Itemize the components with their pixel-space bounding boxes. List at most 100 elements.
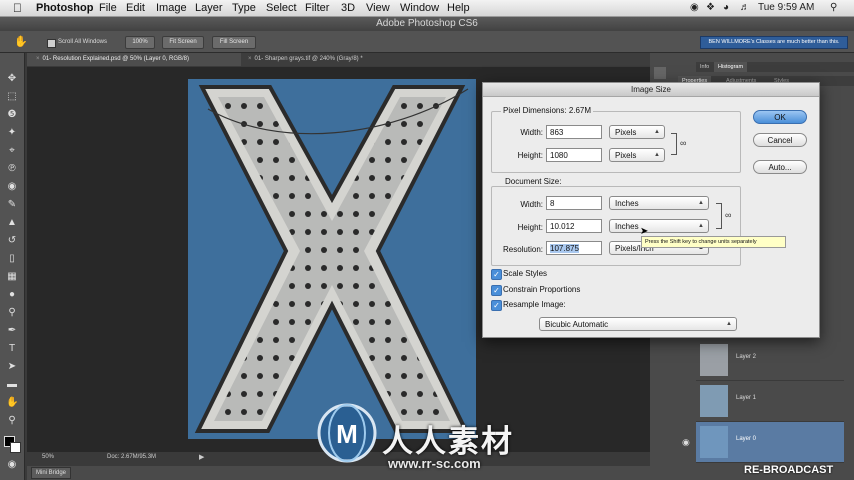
layer-name[interactable]: Layer 2 xyxy=(736,354,756,360)
photo-x-sign[interactable] xyxy=(188,79,476,439)
dropbox-icon[interactable]: ❖ xyxy=(706,1,715,15)
menu-help[interactable]: Help xyxy=(447,1,470,15)
window-title: Adobe Photoshop CS6 xyxy=(376,18,478,29)
zoom-level[interactable]: 50% xyxy=(42,454,54,460)
menu-select[interactable]: Select xyxy=(266,1,297,15)
type-tool-icon[interactable]: T xyxy=(6,343,18,355)
constrain-proportions-label: Constrain Proportions xyxy=(503,285,581,294)
tab-label: 01- Resolution Explained.psd @ 50% (Laye… xyxy=(42,56,190,62)
menu-edit[interactable]: Edit xyxy=(126,1,145,15)
blur-tool-icon[interactable]: ● xyxy=(6,289,18,301)
layer-thumbnail xyxy=(700,426,728,458)
menu-view[interactable]: View xyxy=(366,1,390,15)
layer-name[interactable]: Layer 1 xyxy=(736,395,756,401)
history-brush-icon[interactable]: ↺ xyxy=(6,235,18,247)
hand-tool-icon[interactable]: ✋ xyxy=(6,397,18,409)
resolution-field[interactable]: 107.875 xyxy=(546,241,602,255)
zoom-100-button[interactable]: 100% xyxy=(125,36,155,49)
crop-tool-icon[interactable]: ⌖ xyxy=(6,145,18,157)
resample-image-label: Resample Image: xyxy=(503,300,566,309)
pen-tool-icon[interactable]: ✒ xyxy=(6,325,18,337)
menu-image[interactable]: Image xyxy=(156,1,187,15)
close-tab-icon[interactable]: × xyxy=(248,56,252,62)
background-color-swatch[interactable] xyxy=(10,442,21,453)
layer-thumbnail xyxy=(700,344,728,376)
tab-resolution-explained[interactable]: × 01- Resolution Explained.psd @ 50% (Lay… xyxy=(27,53,241,66)
tab-label: 01- Sharpen grays.tif @ 240% (Gray/8) * xyxy=(254,56,363,62)
resolution-label: Resolution: xyxy=(502,245,543,254)
gradient-icon[interactable]: ▦ xyxy=(6,271,18,283)
scroll-all-windows-checkbox[interactable] xyxy=(47,39,56,48)
path-select-icon[interactable]: ➤ xyxy=(6,361,18,373)
layer-name[interactable]: Layer 0 xyxy=(736,436,756,442)
cancel-button[interactable]: Cancel xyxy=(753,133,807,147)
px-width-unit-select[interactable]: Pixels ▲ xyxy=(609,125,665,139)
menubar-clock[interactable]: Tue 9:59 AM xyxy=(758,1,814,15)
ok-button[interactable]: OK xyxy=(753,110,807,124)
menu-type[interactable]: Type xyxy=(232,1,256,15)
mini-bridge-tab[interactable]: Mini Bridge xyxy=(31,467,72,479)
eyedropper-icon[interactable]: ℗ xyxy=(6,163,18,175)
hand-tool-icon: ✋ xyxy=(14,36,28,48)
doc-width-unit-select[interactable]: Inches ▲ xyxy=(609,196,709,210)
panel-tabs: Info Histogram xyxy=(696,62,854,72)
apple-icon[interactable]:  xyxy=(13,1,22,15)
move-tool-icon[interactable]: ✥ xyxy=(6,73,18,85)
menu-filter[interactable]: Filter xyxy=(305,1,329,15)
menu-layer[interactable]: Layer xyxy=(195,1,223,15)
close-tab-icon[interactable]: × xyxy=(36,56,40,62)
shape-tool-icon[interactable]: ▬ xyxy=(6,379,18,391)
watermark-logo-letter: M xyxy=(336,419,358,449)
fill-screen-button[interactable]: Fill Screen xyxy=(212,36,256,49)
tab-sharpen-grays[interactable]: × 01- Sharpen grays.tif @ 240% (Gray/8) * xyxy=(239,53,438,66)
layer-row-selected[interactable]: Layer 0 xyxy=(696,422,844,463)
px-height-unit-select[interactable]: Pixels ▲ xyxy=(609,148,665,162)
eraser-icon[interactable]: ▯ xyxy=(6,253,18,265)
menu-3d[interactable]: 3D xyxy=(341,1,355,15)
px-height-field[interactable]: 1080 xyxy=(546,148,602,162)
pixel-dimensions-group xyxy=(491,111,741,173)
constrain-proportions-checkbox[interactable]: ✓ xyxy=(491,285,502,296)
scroll-all-windows-label: Scroll All Windows xyxy=(58,39,108,45)
resample-method-select[interactable]: Bicubic Automatic ▲ xyxy=(539,317,737,331)
layer-row[interactable]: Layer 1 xyxy=(696,381,844,422)
auto-button[interactable]: Auto... xyxy=(753,160,807,174)
scale-styles-checkbox[interactable]: ✓ xyxy=(491,269,502,280)
dodge-tool-icon[interactable]: ⚲ xyxy=(6,307,18,319)
status-menu-arrow-icon[interactable]: ▶ xyxy=(199,453,204,461)
quick-mask-icon[interactable]: ◉ xyxy=(6,459,18,471)
lasso-tool-icon[interactable]: ❺ xyxy=(6,109,18,121)
menu-file[interactable]: File xyxy=(99,1,117,15)
brush-tool-icon[interactable]: ✎ xyxy=(6,199,18,211)
info-panel-icon[interactable] xyxy=(654,67,666,79)
spotlight-icon[interactable]: ⚲ xyxy=(830,1,837,15)
eye-visibility-icon[interactable]: ◉ xyxy=(682,437,690,448)
doc-height-field[interactable]: 10.012 xyxy=(546,219,602,233)
tools-panel: ✥ ⬚ ❺ ✦ ⌖ ℗ ◉ ✎ ▲ ↺ ▯ ▦ ● ⚲ ✒ T ➤ ▬ ✋ ⚲ … xyxy=(0,53,25,480)
layer-row[interactable]: Layer 2 xyxy=(696,340,844,381)
document-size-heading: Document Size: xyxy=(503,177,564,186)
tab-info[interactable]: Info xyxy=(696,62,713,72)
doc-size: Doc: 2.67M/95.3M xyxy=(107,454,157,460)
clone-stamp-icon[interactable]: ▲ xyxy=(6,217,18,229)
doc-width-field[interactable]: 8 xyxy=(546,196,602,210)
doc-height-unit-select[interactable]: Inches ▲ xyxy=(609,219,709,233)
tab-histogram[interactable]: Histogram xyxy=(714,62,748,72)
px-width-field[interactable]: 863 xyxy=(546,125,602,139)
chain-link-icon: ∞ xyxy=(725,210,732,220)
zoom-tool-icon[interactable]: ⚲ xyxy=(6,415,18,427)
resample-image-checkbox[interactable]: ✓ xyxy=(491,300,502,311)
volume-icon[interactable]: ♬ xyxy=(740,1,750,15)
healing-brush-icon[interactable]: ◉ xyxy=(6,181,18,193)
watermark-logo: M xyxy=(317,403,377,463)
chain-link-icon: ∞ xyxy=(680,138,687,148)
cc-icon[interactable]: ◉ xyxy=(690,1,699,15)
marquee-tool-icon[interactable]: ⬚ xyxy=(6,91,18,103)
quick-select-icon[interactable]: ✦ xyxy=(6,127,18,139)
wifi-icon[interactable]: ◕ xyxy=(723,1,729,15)
dialog-title: Image Size xyxy=(483,83,819,97)
menu-app-name[interactable]: Photoshop xyxy=(36,1,93,15)
menu-window[interactable]: Window xyxy=(400,1,439,15)
fit-screen-button[interactable]: Fit Screen xyxy=(162,36,204,49)
pixel-dimensions-heading: Pixel Dimensions: 2.67M xyxy=(501,106,594,115)
